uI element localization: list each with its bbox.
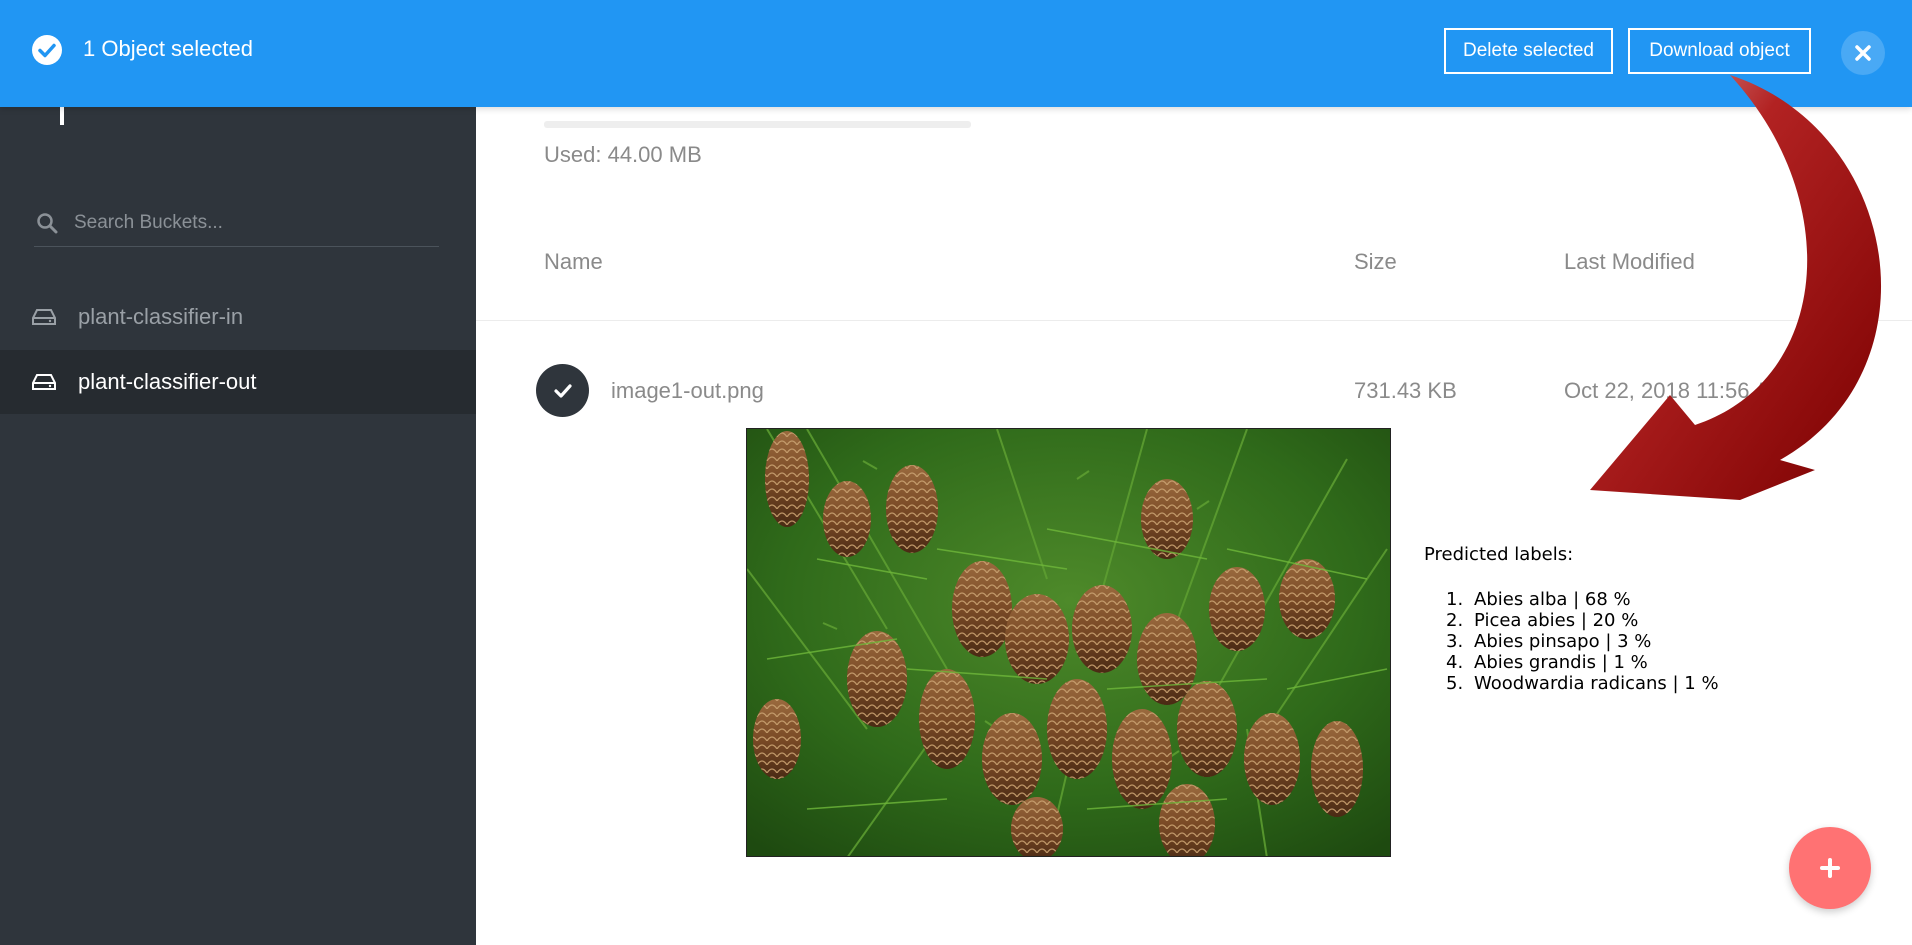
predicted-labels-title: Predicted labels: bbox=[1424, 544, 1574, 565]
file-size: 731.43 KB bbox=[1354, 378, 1457, 403]
predicted-labels-list: 1. Abies alba | 68 % 2. Picea abies | 20 %… bbox=[1424, 589, 1719, 694]
pine-cones-photo bbox=[747, 429, 1390, 856]
list-item: 5. Woodwardia radicans | 1 % bbox=[1446, 673, 1719, 694]
plus-icon bbox=[1820, 858, 1840, 878]
sidebar-item-label: plant-classifier-out bbox=[78, 369, 257, 394]
close-icon bbox=[1855, 45, 1871, 61]
file-last-modified: Oct 22, 2018 11:56 AM bbox=[1564, 378, 1788, 403]
search-input[interactable] bbox=[72, 211, 416, 235]
storage-usage-bar bbox=[544, 121, 971, 128]
selection-bar: 1 Object selected Delete selected Downlo… bbox=[0, 0, 1912, 107]
search-icon bbox=[37, 213, 58, 234]
sidebar-item-label: plant-classifier-in bbox=[78, 304, 244, 329]
bucket-search bbox=[34, 200, 439, 247]
column-header-name[interactable]: Name bbox=[544, 249, 603, 275]
predicted-labels: Predicted labels: 1. Abies alba | 68 % 2.… bbox=[1424, 544, 1719, 694]
list-item: 4. Abies grandis | 1 % bbox=[1446, 652, 1648, 673]
add-button[interactable] bbox=[1789, 827, 1871, 909]
download-object-button[interactable]: Download object bbox=[1628, 28, 1811, 74]
selection-count: 1 Object selected bbox=[83, 36, 253, 61]
column-header-size[interactable]: Size bbox=[1354, 249, 1397, 275]
image-preview bbox=[746, 428, 1391, 857]
list-item: 2. Picea abies | 20 % bbox=[1446, 610, 1639, 631]
checkmark-icon bbox=[553, 383, 572, 398]
list-item: 1. Abies alba | 68 % bbox=[1446, 589, 1631, 610]
column-header-last-modified[interactable]: Last Modified bbox=[1564, 249, 1695, 275]
sidebar-item-plant-classifier-in[interactable]: plant-classifier-in bbox=[0, 285, 476, 349]
annotation-arrow-icon bbox=[1590, 75, 1882, 500]
drive-icon bbox=[32, 373, 56, 391]
file-name[interactable]: image1-out.png bbox=[611, 378, 764, 404]
check-circle-icon bbox=[32, 35, 62, 65]
drive-icon bbox=[32, 308, 56, 326]
storage-used-text: Used: 44.00 MB bbox=[544, 142, 702, 167]
divider bbox=[476, 320, 1912, 321]
sidebar: plant-classifier-in plant-classifier-out bbox=[0, 0, 476, 945]
logo bbox=[60, 105, 64, 125]
sidebar-item-plant-classifier-out[interactable]: plant-classifier-out bbox=[0, 350, 476, 414]
close-selection-button[interactable] bbox=[1841, 31, 1885, 75]
delete-selected-button[interactable]: Delete selected bbox=[1444, 28, 1613, 74]
list-item: 3. Abies pinsapo | 3 % bbox=[1446, 631, 1652, 652]
row-select-checkbox[interactable] bbox=[536, 364, 589, 417]
